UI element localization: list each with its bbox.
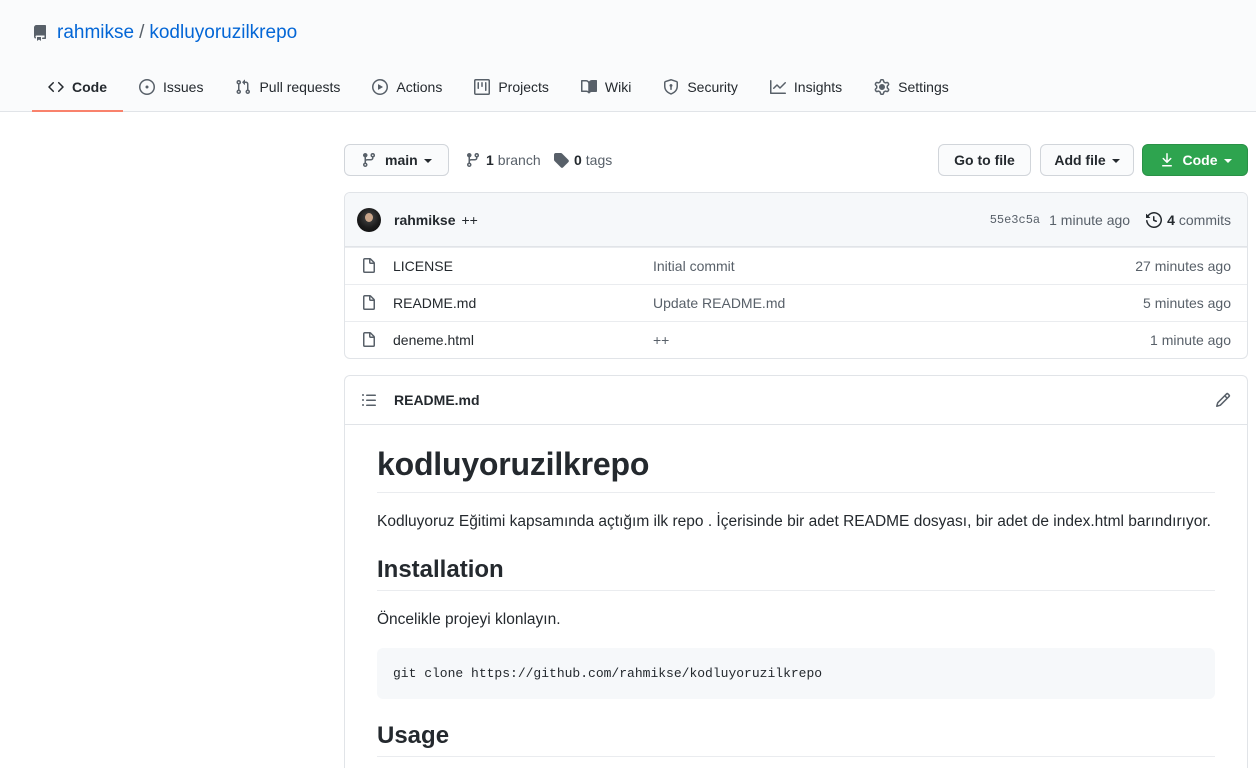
pencil-icon[interactable]: [1215, 392, 1231, 408]
repo-tabs: Code Issues Pull requests Actions Projec…: [32, 64, 965, 112]
commit-time: 1 minute ago: [1049, 212, 1131, 228]
tab-insights[interactable]: Insights: [754, 64, 858, 112]
commit-sha-link[interactable]: 55e3c5a: [990, 213, 1040, 227]
repo-name-link[interactable]: kodluyoruzilkrepo: [149, 22, 297, 44]
readme-heading: kodluyoruzilkrepo: [377, 425, 1215, 493]
branch-label: branch: [497, 152, 541, 168]
latest-commit-row: rahmikse ++ 55e3c5a 1 minute ago 4 commi…: [345, 193, 1247, 247]
book-icon: [580, 79, 597, 95]
tab-label: Code: [72, 79, 107, 95]
tag-label: tags: [585, 152, 613, 168]
readme-file-title[interactable]: README.md: [394, 392, 480, 408]
file-row: README.md Update README.md 5 minutes ago: [345, 284, 1247, 321]
tab-label: Actions: [396, 79, 443, 95]
add-file-button[interactable]: Add file: [1040, 144, 1134, 176]
file-icon: [361, 332, 377, 348]
commits-history-link[interactable]: 4 commits: [1146, 212, 1231, 228]
gear-icon: [874, 79, 890, 95]
branch-count: 1: [486, 152, 494, 168]
installation-text: Öncelikle projeyi klonlayın.: [377, 611, 561, 629]
pull-request-icon: [235, 79, 251, 95]
commit-details: 55e3c5a 1 minute ago 4 commits: [990, 193, 1231, 247]
file-name-link[interactable]: LICENSE: [393, 258, 453, 274]
file-icon: [361, 258, 377, 274]
file-name-link[interactable]: README.md: [393, 295, 476, 311]
file-list-box: rahmikse ++ 55e3c5a 1 minute ago 4 commi…: [344, 192, 1248, 359]
readme-box: README.md kodluyoruzilkrepo Kodluyoruz E…: [344, 375, 1248, 768]
add-file-label: Add file: [1054, 152, 1106, 168]
usage-heading: Usage: [377, 721, 1215, 757]
repo-owner-link[interactable]: rahmikse: [57, 22, 134, 44]
repo-header: rahmikse / kodluyoruzilkrepo Code Issues…: [0, 0, 1256, 112]
file-name-link[interactable]: deneme.html: [393, 332, 474, 348]
commit-label: commits: [1178, 212, 1231, 228]
installation-heading: Installation: [377, 555, 1215, 592]
repo-separator: /: [139, 22, 145, 43]
avatar[interactable]: [357, 207, 381, 232]
tag-count: 0: [574, 152, 582, 168]
clone-command-block: git clone https://github.com/rahmikse/ko…: [377, 647, 1215, 699]
file-age: 1 minute ago: [1150, 332, 1231, 348]
code-download-button[interactable]: Code: [1142, 144, 1248, 176]
tab-label: Settings: [898, 79, 949, 95]
tag-icon: [553, 152, 569, 168]
project-icon: [474, 79, 491, 95]
git-branch-icon: [361, 152, 377, 168]
file-commit-message-link[interactable]: Initial commit: [653, 258, 735, 274]
commit-message-link[interactable]: ++: [461, 212, 477, 228]
tab-code[interactable]: Code: [32, 64, 123, 112]
chevron-down-icon: [423, 158, 432, 163]
tab-actions[interactable]: Actions: [356, 64, 458, 112]
repo-icon: [32, 25, 48, 41]
tab-label: Wiki: [604, 79, 632, 95]
branch-name: main: [385, 152, 418, 168]
file-row: deneme.html ++ 1 minute ago: [345, 321, 1247, 358]
go-to-file-button[interactable]: Go to file: [938, 144, 1031, 176]
tags-link[interactable]: 0 tags: [553, 144, 612, 176]
readme-intro: Kodluyoruz Eğitimi kapsamında açtığım il…: [377, 513, 1211, 530]
download-icon: [1159, 152, 1175, 168]
tab-settings[interactable]: Settings: [858, 64, 965, 112]
readme-header: README.md: [345, 376, 1247, 425]
file-age: 5 minutes ago: [1143, 295, 1231, 311]
tab-wiki[interactable]: Wiki: [565, 64, 647, 112]
chevron-down-icon: [1223, 158, 1232, 163]
history-icon: [1146, 212, 1163, 228]
file-commit-message-link[interactable]: ++: [653, 332, 669, 348]
shield-icon: [663, 79, 679, 95]
issue-icon: [139, 79, 155, 95]
git-branch-icon: [465, 152, 481, 168]
list-unordered-icon[interactable]: [361, 392, 377, 408]
tab-label: Projects: [498, 79, 549, 95]
tab-pull-requests[interactable]: Pull requests: [219, 64, 356, 112]
chevron-down-icon: [1111, 158, 1120, 163]
play-icon: [372, 79, 389, 95]
tab-projects[interactable]: Projects: [458, 64, 565, 112]
file-row: LICENSE Initial commit 27 minutes ago: [345, 247, 1247, 284]
tab-issues[interactable]: Issues: [123, 64, 219, 112]
file-age: 27 minutes ago: [1135, 258, 1231, 274]
commit-author-link[interactable]: rahmikse: [394, 212, 455, 228]
repo-title: rahmikse / kodluyoruzilkrepo: [32, 20, 297, 46]
tab-label: Pull requests: [259, 79, 341, 95]
commit-count: 4: [1167, 212, 1175, 228]
graph-icon: [769, 79, 786, 95]
tab-label: Issues: [163, 79, 204, 95]
file-navigation: main 1 branch 0 tags Go to file Add file…: [344, 144, 1248, 176]
code-icon: [48, 79, 64, 95]
code-button-label: Code: [1182, 152, 1218, 168]
tab-security[interactable]: Security: [647, 64, 754, 112]
file-icon: [361, 295, 377, 311]
branches-link[interactable]: 1 branch: [465, 144, 541, 176]
tab-label: Security: [687, 79, 738, 95]
readme-content: kodluyoruzilkrepo Kodluyoruz Eğitimi kap…: [377, 425, 1215, 757]
tab-label: Insights: [793, 79, 843, 95]
file-commit-message-link[interactable]: Update README.md: [653, 295, 785, 311]
branch-select-button[interactable]: main: [344, 144, 449, 176]
go-to-file-label: Go to file: [954, 152, 1015, 168]
